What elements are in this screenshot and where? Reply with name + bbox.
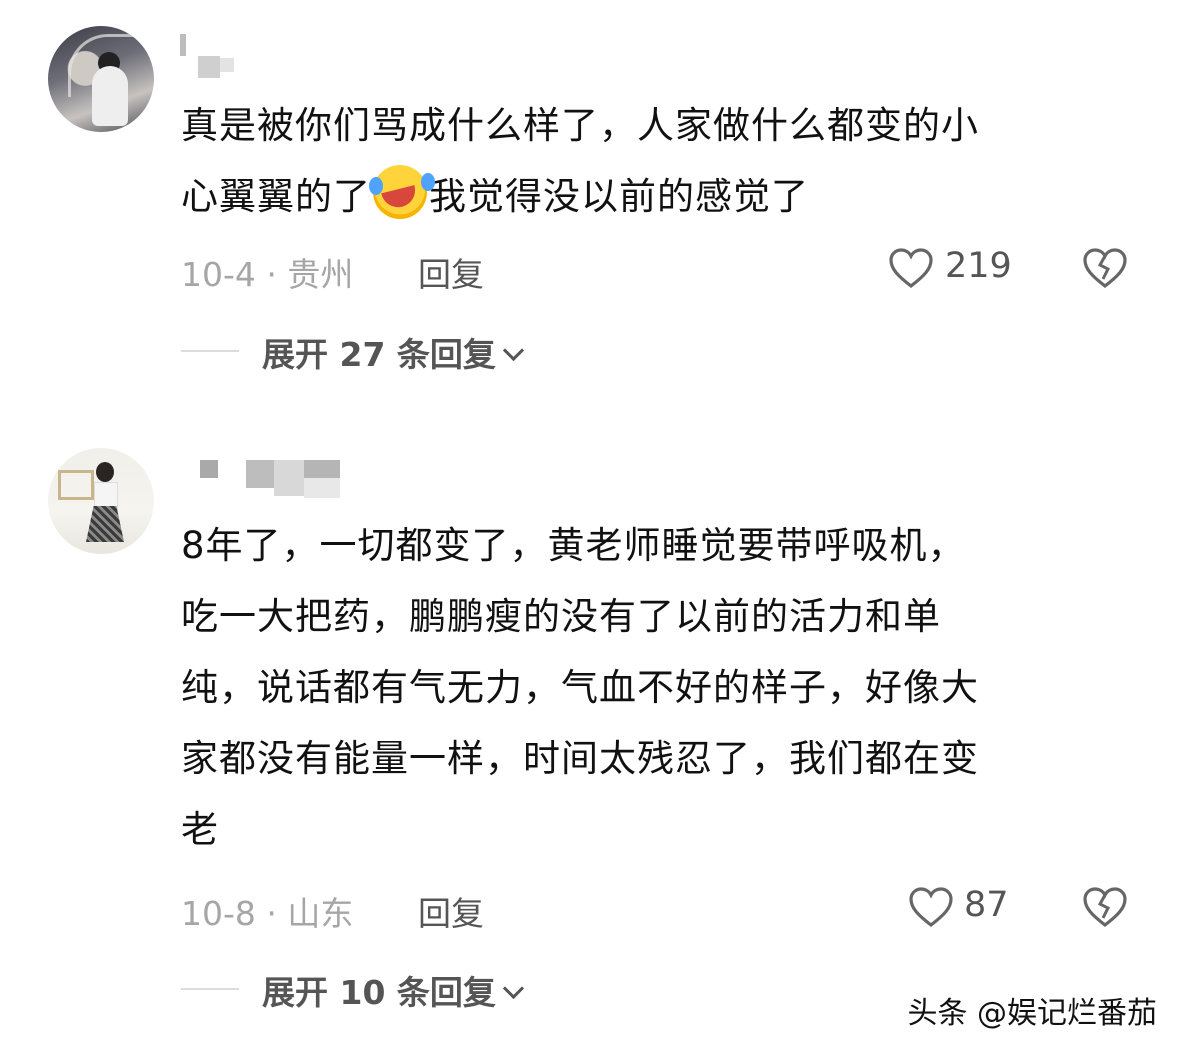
reply-button[interactable]: 回复 xyxy=(418,887,484,935)
username-blurred[interactable] xyxy=(246,460,274,488)
divider xyxy=(181,988,239,990)
like-count: 87 xyxy=(964,885,1009,925)
broken-heart-icon[interactable] xyxy=(1082,886,1128,928)
heart-outline-icon[interactable] xyxy=(908,886,954,928)
comment-2: 8年了，一切都变了，黄老师睡觉要带呼吸机， 吃一大把药，鹏鹏瘦的没有了以前的活力… xyxy=(0,0,1179,1050)
expand-replies-button[interactable]: 展开 10 条回复 xyxy=(262,966,525,1014)
username-blurred[interactable] xyxy=(274,460,304,496)
chevron-down-icon xyxy=(502,977,525,1000)
comment-date-location: 10-8 · 山东 xyxy=(181,894,354,933)
avatar[interactable] xyxy=(48,448,154,554)
username-blurred[interactable] xyxy=(304,478,340,498)
watermark: 头条 @娱记烂番茄 xyxy=(907,996,1157,1031)
username-blurred[interactable] xyxy=(304,460,340,478)
username-blurred[interactable] xyxy=(200,460,218,478)
comment-text: 8年了，一切都变了，黄老师睡觉要带呼吸机， 吃一大把药，鹏鹏瘦的没有了以前的活力… xyxy=(181,524,979,851)
